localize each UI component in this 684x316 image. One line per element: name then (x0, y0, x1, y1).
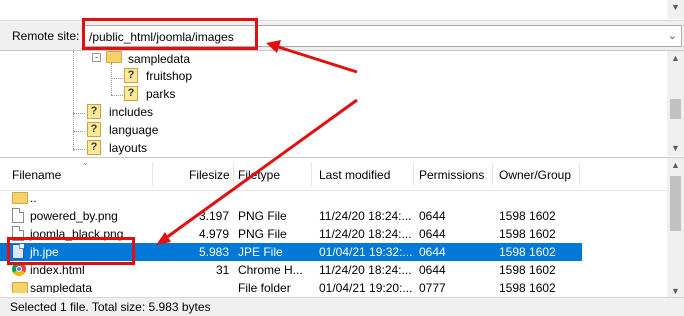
arrow-head-icon (266, 40, 281, 53)
arrow-head-icon (156, 232, 171, 245)
arrow-to-file (162, 98, 358, 242)
annotation-arrows (156, 40, 358, 245)
arrow-to-path (271, 43, 358, 74)
